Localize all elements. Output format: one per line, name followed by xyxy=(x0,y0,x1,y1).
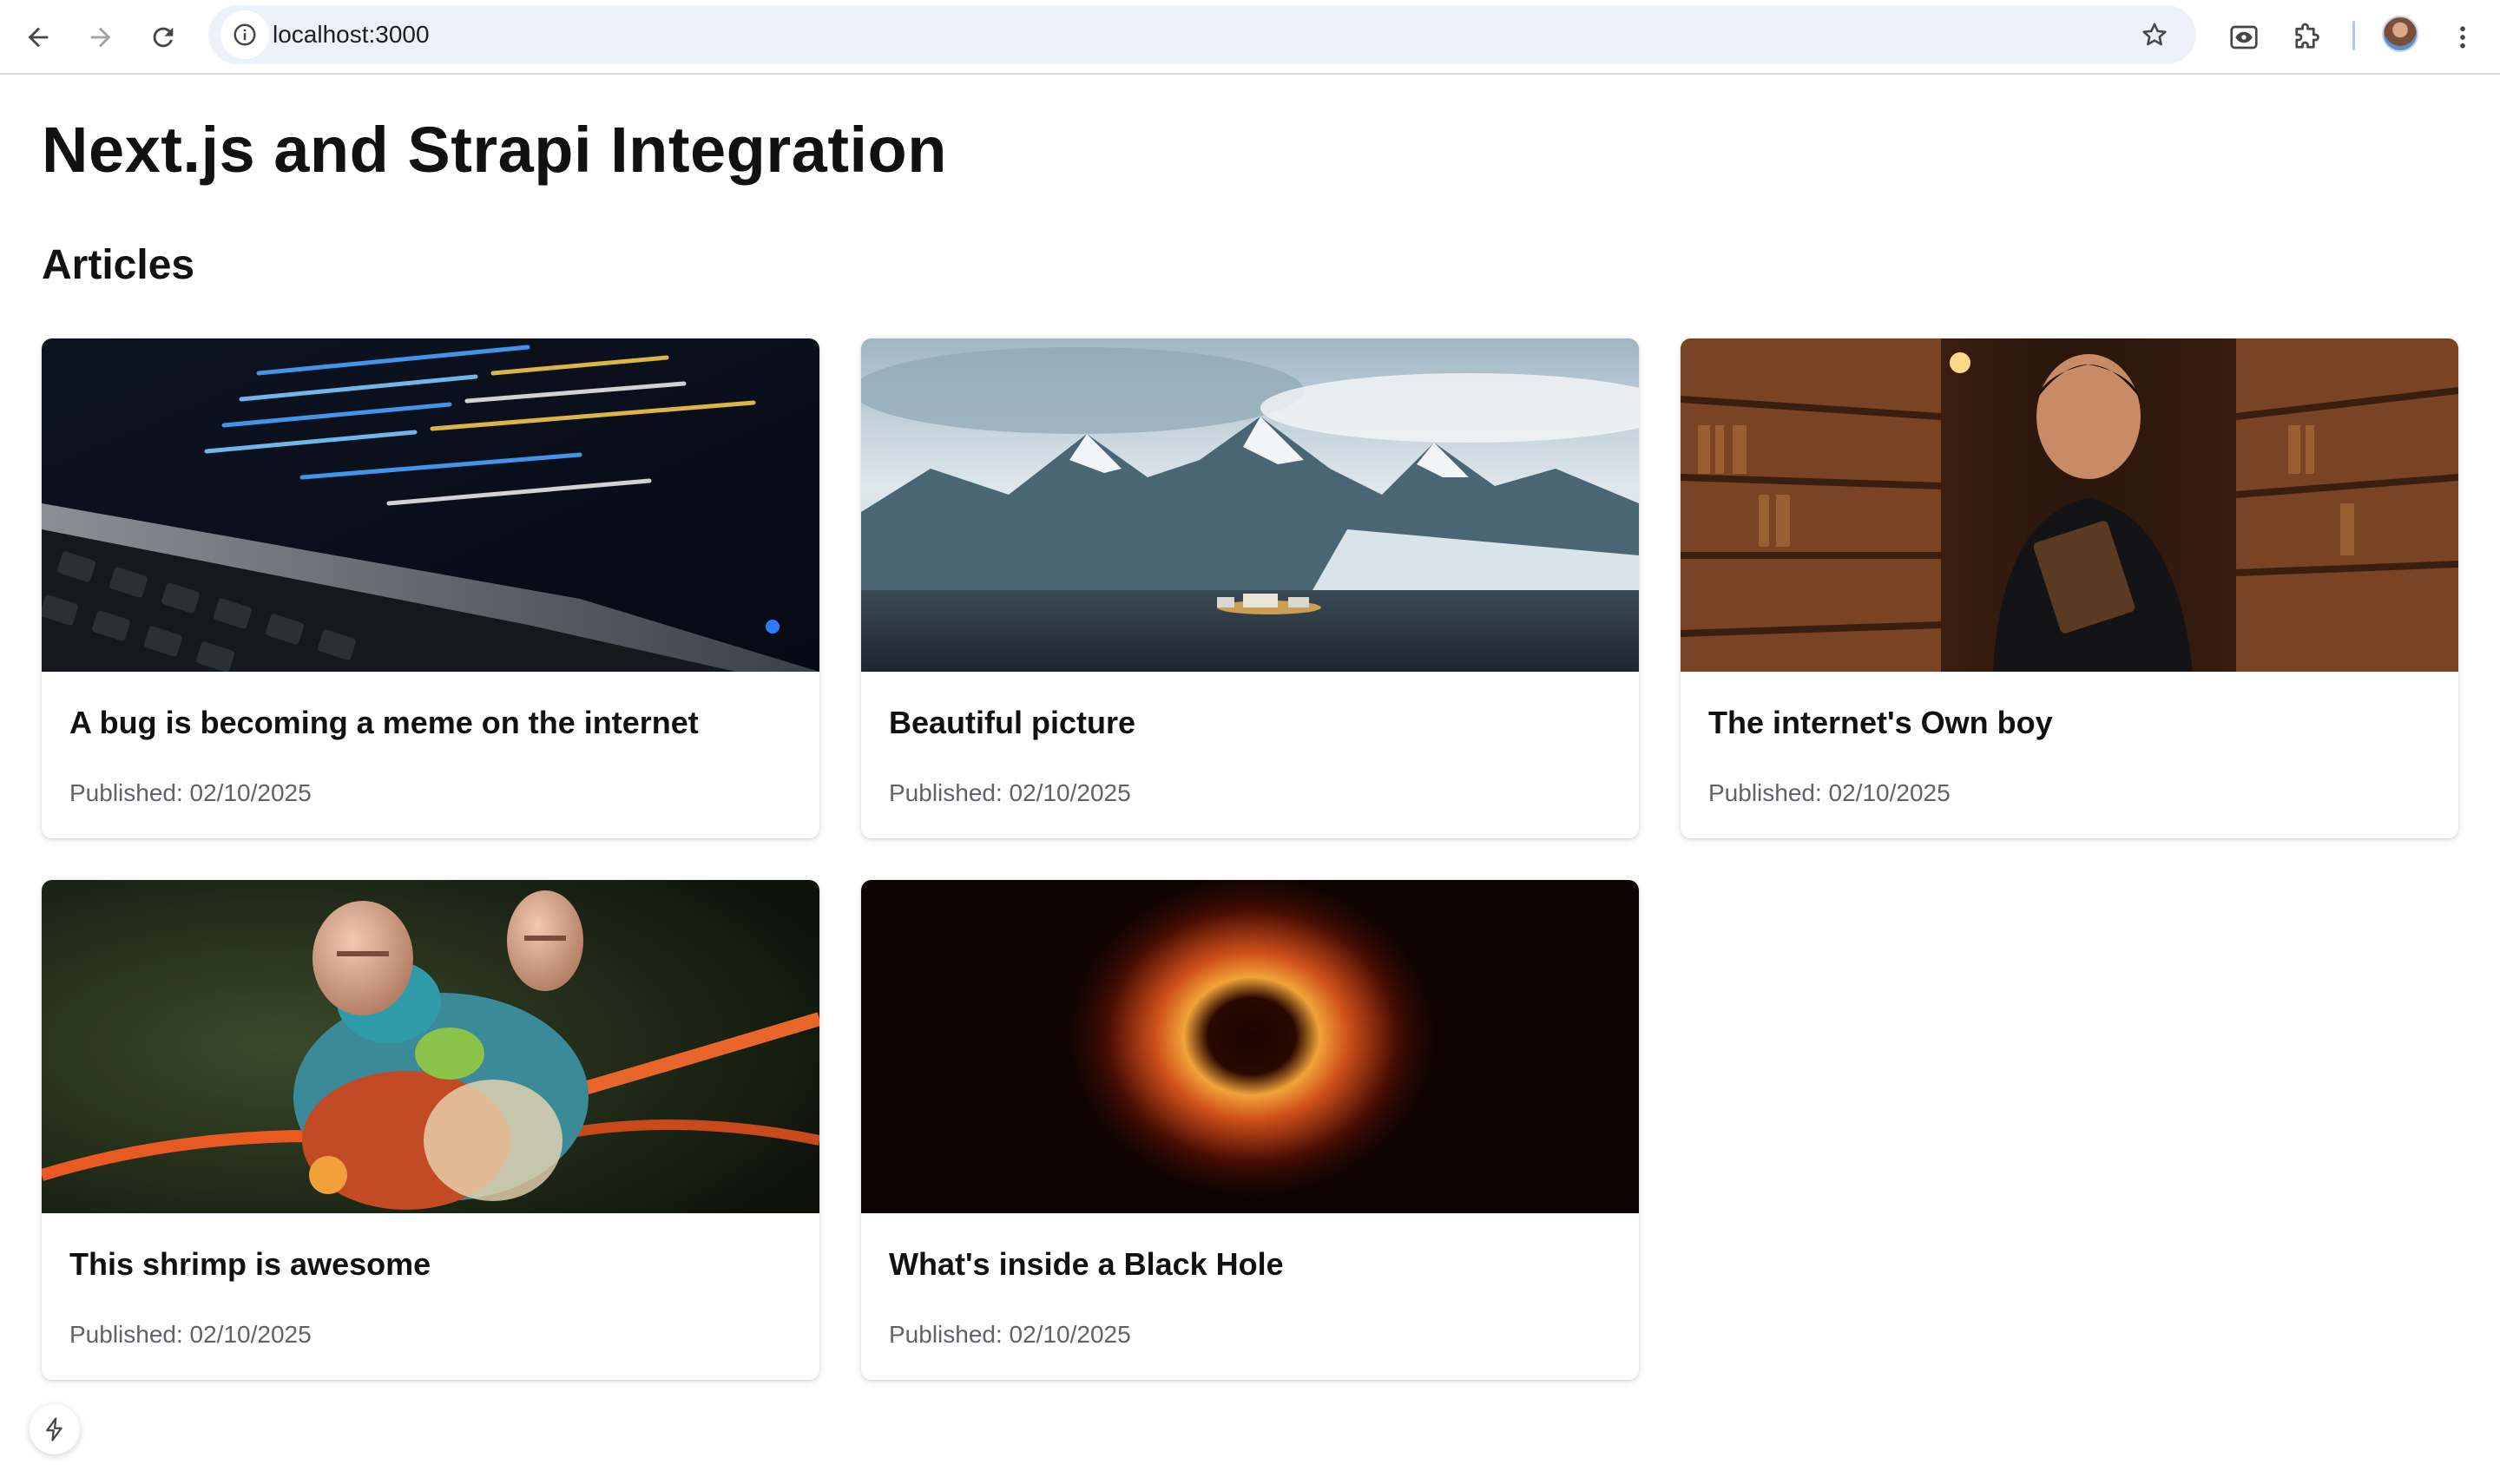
page-title: Next.js and Strapi Integration xyxy=(42,114,947,186)
article-card[interactable]: This shrimp is awesome Published: 02/10/… xyxy=(42,880,819,1380)
site-info-icon xyxy=(234,23,256,46)
more-vert-icon xyxy=(2460,26,2465,49)
bookmark-star-icon xyxy=(2142,23,2167,46)
article-published-date: Published: 02/10/2025 xyxy=(889,779,1131,806)
browser-toolbar: localhost:3000 xyxy=(0,0,2500,75)
eye-extension-button[interactable] xyxy=(2219,12,2269,62)
article-card[interactable]: The internet's Own boy Published: 02/10/… xyxy=(1681,338,2458,838)
forward-arrow-icon xyxy=(90,27,111,48)
article-published-date: Published: 02/10/2025 xyxy=(889,1321,1131,1348)
back-arrow-icon xyxy=(28,27,49,48)
extensions-button[interactable] xyxy=(2281,12,2332,62)
section-title: Articles xyxy=(42,242,195,288)
article-card[interactable]: A bug is becoming a meme on the internet… xyxy=(42,338,819,838)
reload-icon xyxy=(153,27,174,48)
article-card[interactable]: What's inside a Black Hole Published: 02… xyxy=(861,880,1639,1380)
article-image-snowy-mountains[interactable] xyxy=(861,338,1639,672)
reload-button[interactable] xyxy=(135,10,191,65)
article-title[interactable]: A bug is becoming a meme on the internet xyxy=(69,705,699,741)
article-image-library-portrait[interactable] xyxy=(1681,338,2458,672)
article-card[interactable]: Beautiful picture Published: 02/10/2025 xyxy=(861,338,1639,838)
article-published-date: Published: 02/10/2025 xyxy=(1708,779,1951,806)
url-text[interactable]: localhost:3000 xyxy=(273,5,430,64)
bookmark-button[interactable] xyxy=(2137,17,2172,52)
article-image-laptop-code[interactable] xyxy=(42,338,819,672)
article-title[interactable]: The internet's Own boy xyxy=(1708,705,2053,741)
address-bar[interactable]: localhost:3000 xyxy=(208,5,2196,64)
nextjs-dev-indicator[interactable] xyxy=(30,1404,80,1454)
article-image-black-hole[interactable] xyxy=(861,880,1639,1213)
article-published-date: Published: 02/10/2025 xyxy=(69,1321,312,1348)
site-info-button[interactable] xyxy=(220,10,269,59)
back-button[interactable] xyxy=(10,10,66,65)
toolbar-separator xyxy=(2352,21,2355,50)
article-published-date: Published: 02/10/2025 xyxy=(69,779,312,806)
forward-button[interactable] xyxy=(73,10,128,65)
extensions-puzzle-icon xyxy=(2295,23,2319,49)
article-title[interactable]: What's inside a Black Hole xyxy=(889,1246,1284,1283)
profile-avatar[interactable] xyxy=(2382,16,2418,52)
more-menu-button[interactable] xyxy=(2438,12,2488,62)
page-content: Next.js and Strapi Integration Articles xyxy=(0,76,2500,1484)
lightning-icon xyxy=(46,1417,62,1441)
eye-extension-icon xyxy=(2230,25,2258,49)
article-image-mantis-shrimp[interactable] xyxy=(42,880,819,1213)
article-title[interactable]: Beautiful picture xyxy=(889,705,1135,741)
article-title[interactable]: This shrimp is awesome xyxy=(69,1246,431,1283)
